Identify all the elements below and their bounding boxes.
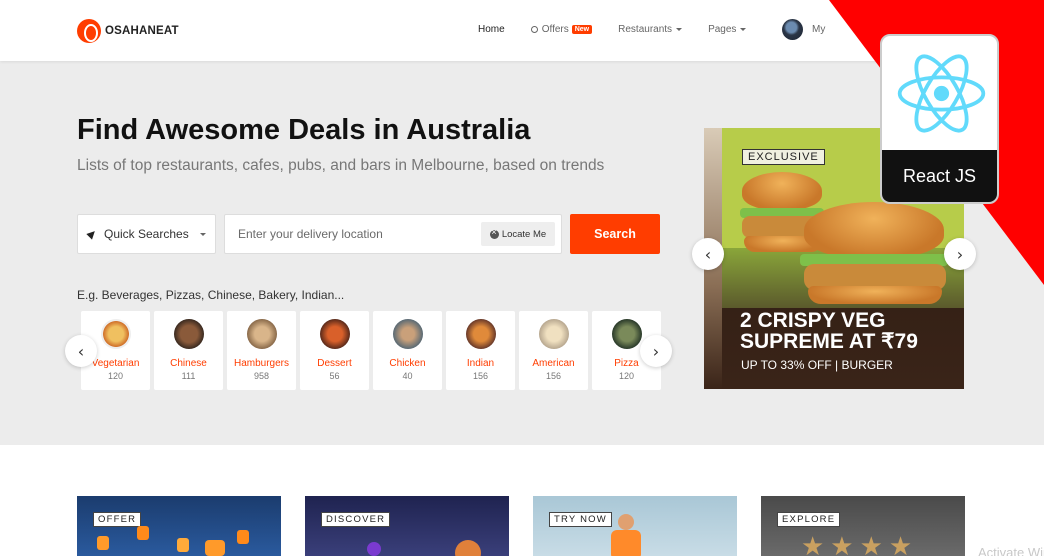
category-name: Chinese (170, 358, 207, 369)
category-count: 56 (329, 371, 340, 381)
category-name: Chicken (389, 358, 426, 369)
category-count: 120 (618, 371, 635, 381)
chicken-image (392, 319, 423, 349)
location-field: Locate Me (224, 214, 562, 254)
category-name: American (532, 358, 575, 369)
category-card-chinese[interactable]: Chinese 111 (154, 311, 223, 390)
category-count: 958 (253, 371, 270, 381)
indian-image (465, 319, 496, 349)
hero-title-bold: Find Awesome Deals (77, 114, 366, 146)
pizza-image (611, 319, 642, 349)
category-count: 156 (472, 371, 489, 381)
category-count: 120 (107, 371, 124, 381)
category-card-dessert[interactable]: Dessert 56 (300, 311, 369, 390)
promo-card-discover[interactable]: DISCOVER (305, 496, 509, 556)
react-label: React JS (882, 150, 997, 202)
category-card-american[interactable]: American 156 (519, 311, 588, 390)
locate-me-button[interactable]: Locate Me (481, 222, 555, 246)
nav-offers-label: Offers (541, 24, 569, 35)
logo-icon (77, 19, 101, 43)
promo-card-offer[interactable]: OFFER (77, 496, 281, 556)
category-card-indian[interactable]: Indian 156 (446, 311, 515, 390)
banner-tagline: UP TO 33% OFF | BURGER (741, 358, 893, 372)
quick-searches-label: Quick Searches (104, 227, 189, 241)
hero-title-rest: in Australia (365, 114, 531, 146)
promo-tag: DISCOVER (321, 512, 391, 527)
location-input[interactable] (225, 215, 475, 253)
american-image (538, 319, 569, 349)
category-count: 40 (402, 371, 413, 381)
chevron-down-icon (676, 28, 683, 31)
promo-card-try-now[interactable]: TRY NOW (533, 496, 737, 556)
nav-home[interactable]: Home (478, 24, 505, 35)
lantern-icon (97, 536, 109, 550)
chevron-down-icon (200, 233, 206, 236)
react-badge: React JS (880, 34, 999, 204)
chevron-down-icon (740, 28, 747, 31)
quick-searches-dropdown[interactable]: Quick Searches (77, 214, 216, 254)
nav-account[interactable]: My (812, 24, 825, 35)
nav-restaurants[interactable]: Restaurants (618, 24, 683, 35)
person-icon (367, 542, 381, 556)
lantern-icon (205, 540, 225, 556)
category-count: 156 (545, 371, 562, 381)
banner-prev-button[interactable]: ‹ (692, 238, 724, 270)
burger-image (742, 172, 822, 210)
logo-link[interactable]: OSAHANEAT (77, 19, 179, 43)
burger-bottom-bun (808, 286, 942, 304)
chevron-left-icon: ‹ (77, 341, 85, 361)
nav-pages[interactable]: Pages (708, 24, 747, 35)
category-name: Hamburgers (233, 358, 290, 369)
stars-icon: ★★★★ (801, 532, 919, 556)
category-count: 111 (181, 371, 196, 381)
banner-headline: 2 CRISPY VEG SUPREME AT ₹79 (740, 310, 918, 352)
nav-pages-label: Pages (708, 24, 737, 35)
category-card-chicken[interactable]: Chicken 40 (373, 311, 442, 390)
navigation-arrow-icon (86, 228, 98, 240)
chevron-right-icon: › (652, 341, 660, 361)
person-body (611, 530, 641, 556)
avatar[interactable] (782, 19, 803, 40)
crosshair-icon (489, 227, 499, 239)
new-badge: New (571, 25, 593, 34)
category-name: Indian (466, 358, 495, 369)
activate-windows-watermark: Activate Windows (978, 545, 1044, 556)
dessert-image (319, 319, 350, 349)
banner-headline-line2: SUPREME AT ₹79 (740, 330, 918, 353)
logo-text: OSAHANEAT (105, 25, 179, 37)
lantern-icon (137, 526, 149, 540)
react-logo-icon (897, 54, 986, 133)
search-examples: E.g. Beverages, Pizzas, Chinese, Bakery,… (77, 288, 345, 302)
nav-offers[interactable]: Offers New (530, 24, 593, 35)
lantern-icon (237, 530, 249, 544)
chevron-left-icon: ‹ (704, 244, 712, 264)
vegetarian-image (100, 319, 131, 349)
category-name: Dessert (317, 358, 352, 369)
banner-headline-line1: 2 CRISPY VEG (740, 309, 886, 332)
category-prev-button[interactable]: ‹ (65, 335, 97, 367)
category-card-hamburgers[interactable]: Hamburgers 958 (227, 311, 296, 390)
exclusive-label: EXCLUSIVE (742, 149, 825, 165)
promo-tag: OFFER (93, 512, 142, 527)
lantern-icon (177, 538, 189, 552)
search-button[interactable]: Search (570, 214, 660, 254)
person-icon (618, 514, 634, 530)
locate-me-label: Locate Me (501, 228, 547, 240)
hero-subtitle: Lists of top restaurants, cafes, pubs, a… (77, 157, 605, 174)
promo-tag: EXPLORE (777, 512, 841, 527)
chinese-image (173, 319, 204, 349)
main-nav: Home Offers New Restaurants Pages (478, 24, 772, 35)
planet-icon (455, 540, 481, 556)
hamburgers-image (246, 319, 277, 349)
promo-tag: TRY NOW (549, 512, 612, 527)
hero-title: Find Awesome Deals in Australia (77, 114, 530, 147)
promo-card-explore[interactable]: EXPLORE ★★★★ (761, 496, 965, 556)
nav-restaurants-label: Restaurants (618, 24, 673, 35)
category-next-button[interactable]: › (640, 335, 672, 367)
category-carousel: Vegetarian 120 Chinese 111 Hamburgers 95… (81, 311, 661, 390)
offer-icon (530, 26, 538, 33)
